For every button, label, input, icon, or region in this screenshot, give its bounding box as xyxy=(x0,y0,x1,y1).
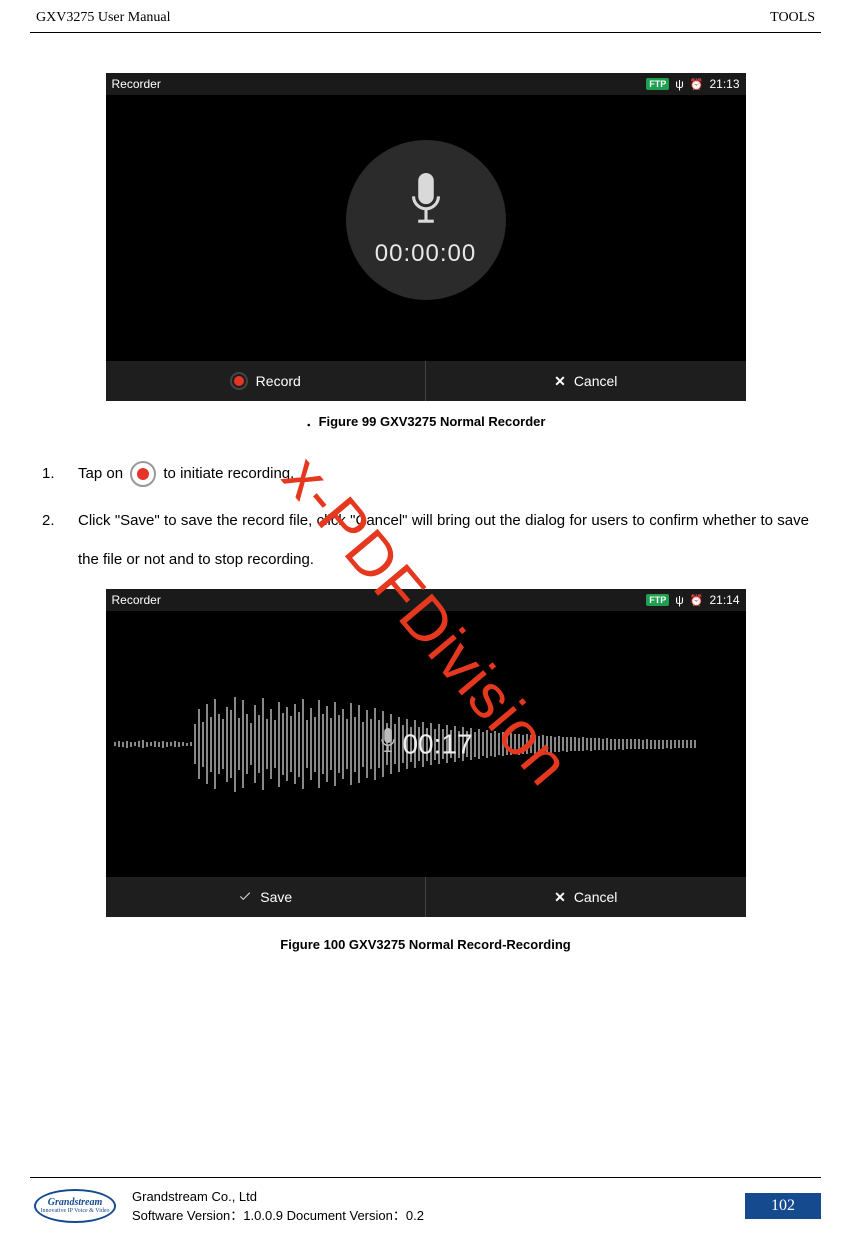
header-rule xyxy=(30,32,821,33)
cancel-button[interactable]: ✕ Cancel xyxy=(426,877,746,917)
close-icon: ✕ xyxy=(554,889,566,906)
record-button[interactable]: Record xyxy=(106,361,426,401)
timer-display: 00:17 xyxy=(402,728,472,760)
screenshot-recorder-recording: Recorder FTP ψ 21:14 00:17 Save xyxy=(106,589,746,917)
header-right: TOOLS xyxy=(770,10,815,26)
usb-icon: ψ xyxy=(675,77,684,91)
check-icon xyxy=(238,889,252,906)
statusbar: Recorder FTP ψ 21:14 xyxy=(106,589,746,611)
save-button[interactable]: Save xyxy=(106,877,426,917)
save-label: Save xyxy=(260,889,292,905)
record-dot-icon xyxy=(230,372,248,390)
close-icon: ✕ xyxy=(554,373,566,390)
page-footer: Grandstream Innovative IP Voice & Video … xyxy=(30,1177,821,1226)
footer-version: Software Version：1.0.0.9 Document Versio… xyxy=(132,1206,733,1226)
bottom-toolbar: Save ✕ Cancel xyxy=(106,877,746,917)
cancel-label: Cancel xyxy=(574,373,618,389)
usb-icon: ψ xyxy=(675,593,684,607)
logo-line1: Grandstream xyxy=(48,1198,102,1208)
step-1-before: Tap on xyxy=(78,465,123,482)
instruction-list: 1. Tap on to initiate recording. 2. Clic… xyxy=(42,454,809,579)
step-1-after: to initiate recording. xyxy=(163,465,294,482)
app-title: Recorder xyxy=(112,593,647,607)
mic-timer-overlay: 00:17 xyxy=(378,728,472,761)
page-number: 102 xyxy=(745,1193,821,1219)
step-2-text: Click "Save" to save the record file, cl… xyxy=(78,501,809,579)
step-1: 1. Tap on to initiate recording. xyxy=(42,454,809,493)
record-dot-icon-inline xyxy=(130,461,156,487)
cancel-label: Cancel xyxy=(574,889,618,905)
clock-time: 21:13 xyxy=(709,77,739,91)
recorder-stage: 00:00:00 xyxy=(106,95,746,361)
ftp-badge: FTP xyxy=(646,594,669,606)
figure-caption-100: Figure 100 GXV3275 Normal Record-Recordi… xyxy=(30,937,821,952)
logo-line2: Innovative IP Voice & Video xyxy=(40,1208,109,1214)
record-label: Record xyxy=(256,373,301,389)
alarm-icon xyxy=(690,77,704,91)
microphone-icon xyxy=(407,173,445,234)
clock-time: 21:14 xyxy=(709,593,739,607)
ftp-badge: FTP xyxy=(646,78,669,90)
step-number: 2. xyxy=(42,501,62,579)
app-title: Recorder xyxy=(112,77,647,91)
footer-company: Grandstream Co., Ltd xyxy=(132,1187,733,1207)
microphone-icon xyxy=(378,728,396,761)
footer-rule xyxy=(30,1177,821,1178)
cancel-button[interactable]: ✕ Cancel xyxy=(426,361,746,401)
bottom-toolbar: Record ✕ Cancel xyxy=(106,361,746,401)
step-number: 1. xyxy=(42,454,62,493)
figure-caption-99: ．Figure 99 GXV3275 Normal Recorder xyxy=(30,411,821,430)
grandstream-logo: Grandstream Innovative IP Voice & Video xyxy=(30,1186,120,1226)
statusbar: Recorder FTP ψ 21:13 xyxy=(106,73,746,95)
step-2: 2. Click "Save" to save the record file,… xyxy=(42,501,809,579)
recorder-stage: 00:17 xyxy=(106,611,746,877)
screenshot-recorder-idle: Recorder FTP ψ 21:13 00:00:00 Record xyxy=(106,73,746,401)
alarm-icon xyxy=(690,593,704,607)
timer-display: 00:00:00 xyxy=(375,240,476,268)
mic-circle: 00:00:00 xyxy=(346,140,506,300)
page-header: GXV3275 User Manual TOOLS xyxy=(30,10,821,32)
header-left: GXV3275 User Manual xyxy=(36,10,171,26)
